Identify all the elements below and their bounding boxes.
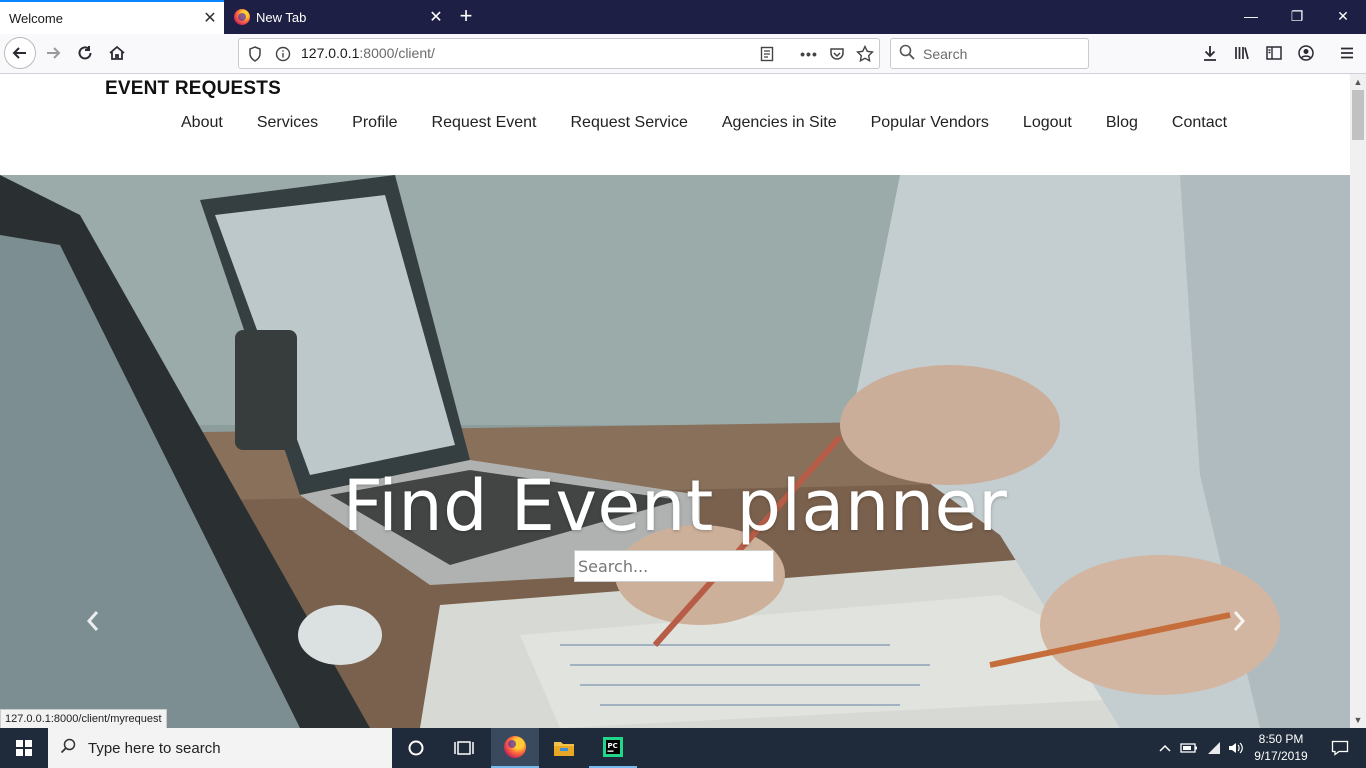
notification-icon (1331, 740, 1349, 756)
show-hidden-icons-button[interactable] (1156, 728, 1174, 768)
tab-welcome[interactable]: Welcome ✕ (0, 0, 224, 34)
windows-taskbar: Type here to search PC 8:50 PM 9/17/2019 (0, 728, 1366, 768)
windows-logo-icon (16, 740, 32, 756)
battery-icon[interactable] (1178, 728, 1200, 768)
scroll-down-icon[interactable]: ▼ (1350, 712, 1366, 728)
navigation-toolbar: 127.0.0.1:8000/client/ ••• (0, 34, 1366, 74)
tab-label: Welcome (9, 10, 63, 26)
page-scrollbar[interactable]: ▲ ▼ (1350, 74, 1366, 728)
back-arrow-icon (12, 47, 26, 59)
cortana-button[interactable] (392, 728, 440, 768)
url-bar[interactable]: 127.0.0.1:8000/client/ ••• (238, 38, 880, 69)
url-text[interactable]: 127.0.0.1:8000/client/ (301, 39, 435, 68)
hero-background-image (0, 175, 1350, 728)
scrollbar-thumb[interactable] (1352, 90, 1364, 140)
reload-button[interactable] (70, 38, 100, 68)
folder-icon (554, 742, 574, 756)
hero-carousel: Find Event planner (0, 175, 1350, 728)
svg-text:PC: PC (608, 742, 618, 750)
nav-request-service[interactable]: Request Service (553, 114, 704, 132)
scroll-up-icon[interactable]: ▲ (1350, 74, 1366, 90)
taskbar-firefox[interactable] (491, 728, 539, 768)
hero-title: Find Event planner (342, 465, 1008, 547)
task-view-button[interactable] (440, 728, 488, 768)
taskbar-file-explorer[interactable] (540, 728, 588, 768)
action-center-button[interactable] (1320, 728, 1360, 768)
web-page: EVENT REQUESTS About Services Profile Re… (0, 74, 1350, 728)
firefox-icon (504, 736, 526, 758)
site-brand[interactable]: EVENT REQUESTS (105, 78, 281, 100)
browser-tab-bar: Welcome ✕ New Tab ✕ + — ❐ ✕ (0, 0, 1366, 34)
link-status-bar: 127.0.0.1:8000/client/myrequest (0, 709, 167, 729)
reader-view-icon[interactable] (757, 44, 777, 64)
search-icon (48, 738, 88, 759)
menu-button[interactable] (1332, 38, 1362, 68)
taskbar-clock[interactable]: 8:50 PM 9/17/2019 (1250, 731, 1312, 765)
volume-icon[interactable] (1226, 728, 1246, 768)
shield-icon[interactable] (245, 44, 265, 64)
start-button[interactable] (0, 728, 48, 768)
library-icon (1235, 47, 1249, 60)
chevron-left-icon (86, 611, 99, 631)
browser-search-field[interactable] (890, 38, 1089, 69)
account-button[interactable] (1291, 38, 1321, 68)
bookmark-star-icon[interactable] (855, 44, 875, 64)
close-tab-icon[interactable]: ✕ (422, 7, 450, 27)
firefox-icon (234, 9, 250, 25)
home-button[interactable] (102, 38, 132, 68)
forward-arrow-icon (47, 47, 61, 59)
restore-button[interactable]: ❐ (1274, 0, 1320, 34)
search-icon (899, 44, 915, 65)
nav-about[interactable]: About (164, 114, 240, 132)
tab-new-tab[interactable]: New Tab ✕ (224, 0, 450, 34)
chevron-up-icon (1159, 744, 1171, 752)
page-actions-icon[interactable]: ••• (799, 44, 819, 64)
sidebar-button[interactable] (1259, 38, 1289, 68)
downloads-button[interactable] (1195, 38, 1225, 68)
nav-request-event[interactable]: Request Event (415, 114, 554, 132)
pocket-icon[interactable] (827, 44, 847, 64)
hamburger-menu-icon (1341, 47, 1353, 59)
taskbar-search-placeholder: Type here to search (88, 739, 221, 757)
home-icon (109, 45, 125, 60)
pycharm-icon: PC (603, 737, 623, 757)
carousel-next-button[interactable] (1232, 610, 1262, 640)
hero-search-input[interactable] (574, 550, 774, 582)
library-button[interactable] (1227, 38, 1257, 68)
chevron-right-icon (1233, 611, 1246, 631)
tab-label: New Tab (256, 9, 307, 25)
cortana-circle-icon (408, 740, 424, 756)
minimize-button[interactable]: — (1228, 0, 1274, 34)
wifi-icon[interactable] (1203, 728, 1225, 768)
browser-search-input[interactable] (923, 43, 1083, 65)
download-icon (1204, 46, 1216, 61)
clock-date: 9/17/2019 (1254, 749, 1308, 763)
account-icon (1298, 45, 1314, 61)
nav-blog[interactable]: Blog (1089, 114, 1155, 132)
nav-contact[interactable]: Contact (1155, 114, 1244, 132)
nav-services[interactable]: Services (240, 114, 335, 132)
taskbar-pycharm[interactable]: PC (589, 728, 637, 768)
forward-button[interactable] (38, 38, 68, 68)
sidebar-icon (1266, 46, 1282, 60)
site-nav: About Services Profile Request Event Req… (164, 114, 1244, 132)
nav-profile[interactable]: Profile (335, 114, 414, 132)
close-tab-icon[interactable]: ✕ (196, 8, 224, 28)
back-button[interactable] (4, 37, 36, 69)
taskbar-search-box[interactable]: Type here to search (48, 728, 392, 768)
clock-time: 8:50 PM (1258, 732, 1304, 746)
task-view-icon (454, 741, 474, 755)
info-icon[interactable] (273, 44, 293, 64)
new-tab-button[interactable]: + (452, 0, 480, 34)
nav-agencies-in-site[interactable]: Agencies in Site (705, 114, 854, 132)
reload-icon (78, 46, 92, 60)
nav-logout[interactable]: Logout (1006, 114, 1089, 132)
carousel-prev-button[interactable] (86, 610, 116, 640)
nav-popular-vendors[interactable]: Popular Vendors (854, 114, 1006, 132)
close-window-button[interactable]: ✕ (1320, 0, 1366, 34)
